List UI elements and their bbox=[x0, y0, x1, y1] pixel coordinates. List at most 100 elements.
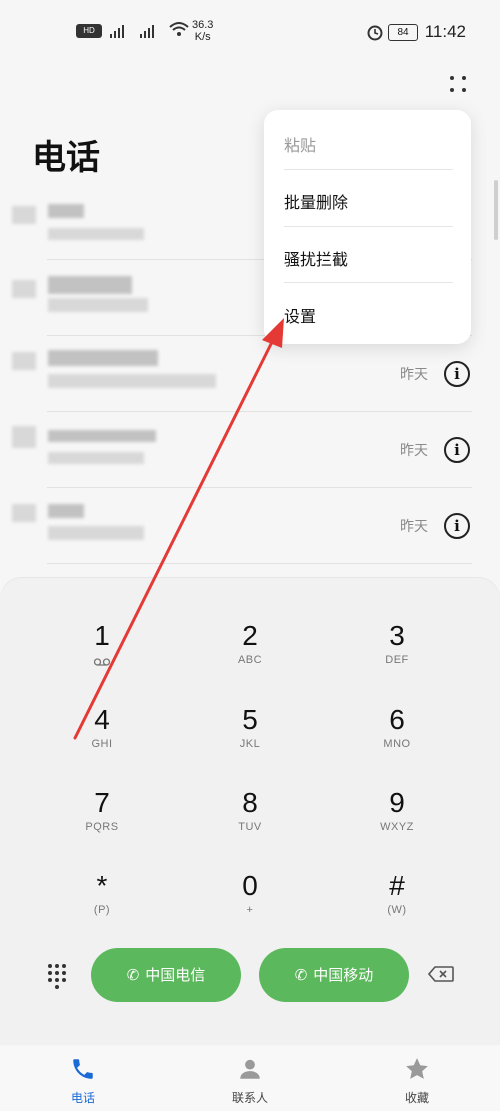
avatar bbox=[12, 504, 36, 522]
call-button-label: 中国移动 bbox=[313, 966, 374, 984]
alarm-icon bbox=[367, 25, 383, 41]
call-log-item[interactable]: 昨天 i bbox=[0, 336, 500, 412]
dot bbox=[462, 76, 466, 80]
bottom-nav: 电话 联系人 收藏 bbox=[0, 1046, 500, 1111]
status-bar: HD 36.3 K/s 84 11:42 bbox=[0, 0, 500, 62]
dot bbox=[450, 76, 454, 80]
key-3[interactable]: 3 DEF bbox=[342, 620, 452, 692]
nav-contacts[interactable]: 联系人 bbox=[200, 1056, 300, 1106]
call-detail bbox=[48, 228, 144, 240]
nav-label: 电话 bbox=[70, 1091, 95, 1105]
key-digit: # bbox=[389, 870, 405, 901]
key-letters: MNO bbox=[383, 738, 411, 750]
menu-item-harassment-block[interactable]: 骚扰拦截 bbox=[284, 246, 348, 270]
key-digit: 1 bbox=[94, 620, 110, 651]
key-letters: PQRS bbox=[85, 821, 119, 833]
call-time: 昨天 bbox=[400, 443, 428, 459]
key-digit: 0 bbox=[242, 870, 258, 901]
star-icon bbox=[406, 1058, 428, 1079]
key-letters: WXYZ bbox=[380, 821, 414, 833]
network-speed: 36.3 K/s bbox=[192, 19, 214, 43]
battery-indicator: 84 bbox=[388, 24, 418, 41]
key-5[interactable]: 5 JKL bbox=[195, 704, 305, 776]
key-hash[interactable]: # (W) bbox=[342, 870, 452, 942]
dialpad-toggle-icon[interactable] bbox=[48, 964, 68, 989]
key-star[interactable]: * (P) bbox=[47, 870, 157, 942]
call-log-item[interactable]: 昨天 i bbox=[0, 488, 500, 564]
key-digit: 7 bbox=[94, 787, 110, 818]
key-digit: 9 bbox=[389, 787, 405, 818]
menu-item-settings[interactable]: 设置 bbox=[284, 303, 316, 327]
page-title: 电话 bbox=[32, 138, 100, 178]
avatar bbox=[12, 352, 36, 370]
key-digit: * bbox=[96, 870, 108, 901]
contact-name bbox=[48, 504, 84, 518]
phone-icon: ✆ bbox=[126, 966, 140, 984]
call-detail bbox=[48, 526, 144, 540]
key-digit: 8 bbox=[242, 787, 258, 818]
more-options-button[interactable] bbox=[448, 72, 470, 96]
call-time: 昨天 bbox=[400, 367, 428, 383]
key-4[interactable]: 4 GHI bbox=[47, 704, 157, 776]
call-button-sim1[interactable]: ✆ 中国电信 bbox=[91, 948, 241, 1002]
nav-label: 收藏 bbox=[404, 1091, 429, 1105]
call-detail bbox=[48, 452, 144, 464]
key-letters: GHI bbox=[91, 738, 113, 750]
signal-icon bbox=[110, 25, 154, 38]
nav-favorites[interactable]: 收藏 bbox=[367, 1056, 467, 1106]
key-letters: JKL bbox=[239, 738, 261, 750]
key-2[interactable]: 2 ABC bbox=[195, 620, 305, 692]
wifi-icon bbox=[169, 22, 189, 36]
key-6[interactable]: 6 MNO bbox=[342, 704, 452, 776]
key-0[interactable]: 0 + bbox=[195, 870, 305, 942]
menu-item-paste[interactable]: 粘贴 bbox=[284, 132, 316, 156]
contact-name bbox=[48, 204, 84, 218]
backspace-icon[interactable] bbox=[428, 966, 454, 982]
key-digit: 6 bbox=[389, 704, 405, 735]
call-log-item[interactable]: 昨天 i bbox=[0, 412, 500, 488]
key-digit: 4 bbox=[94, 704, 110, 735]
nav-label: 联系人 bbox=[231, 1091, 268, 1105]
key-8[interactable]: 8 TUV bbox=[195, 787, 305, 859]
key-7[interactable]: 7 PQRS bbox=[47, 787, 157, 859]
key-1[interactable]: 1 bbox=[47, 620, 157, 692]
menu-item-batch-delete[interactable]: 批量删除 bbox=[284, 189, 348, 213]
contact-name bbox=[48, 430, 156, 442]
key-digit: 2 bbox=[242, 620, 258, 651]
avatar bbox=[12, 426, 36, 448]
contact-name bbox=[48, 350, 158, 366]
contacts-icon bbox=[240, 1059, 260, 1079]
info-icon[interactable]: i bbox=[444, 361, 470, 387]
key-letters: + bbox=[246, 904, 254, 916]
menu-divider bbox=[284, 282, 453, 283]
key-digit: 5 bbox=[242, 704, 258, 735]
call-detail bbox=[48, 374, 216, 388]
phone-icon: ✆ bbox=[294, 966, 308, 984]
key-letters: ABC bbox=[237, 654, 263, 666]
info-icon[interactable]: i bbox=[444, 437, 470, 463]
dot bbox=[450, 88, 454, 92]
divider bbox=[47, 563, 472, 564]
hd-icon: HD bbox=[76, 24, 102, 38]
options-menu: 粘贴 批量删除 骚扰拦截 设置 bbox=[264, 110, 471, 344]
clock: 11:42 bbox=[424, 22, 466, 41]
info-icon[interactable]: i bbox=[444, 513, 470, 539]
key-letters: (P) bbox=[93, 904, 111, 916]
key-letters: DEF bbox=[385, 654, 409, 666]
contact-name bbox=[48, 276, 132, 294]
menu-divider bbox=[284, 169, 453, 170]
menu-divider bbox=[284, 226, 453, 227]
call-button-label: 中国电信 bbox=[145, 966, 206, 984]
avatar bbox=[12, 206, 36, 224]
dot bbox=[462, 88, 466, 92]
key-letters: TUV bbox=[238, 821, 262, 833]
nav-phone[interactable]: 电话 bbox=[33, 1056, 133, 1106]
call-button-sim2[interactable]: ✆ 中国移动 bbox=[259, 948, 409, 1002]
call-time: 昨天 bbox=[400, 519, 428, 535]
avatar bbox=[12, 280, 36, 298]
voicemail-icon bbox=[93, 658, 111, 666]
phone-icon bbox=[73, 1059, 93, 1079]
call-detail bbox=[48, 298, 148, 312]
key-digit: 3 bbox=[389, 620, 405, 651]
key-9[interactable]: 9 WXYZ bbox=[342, 787, 452, 859]
